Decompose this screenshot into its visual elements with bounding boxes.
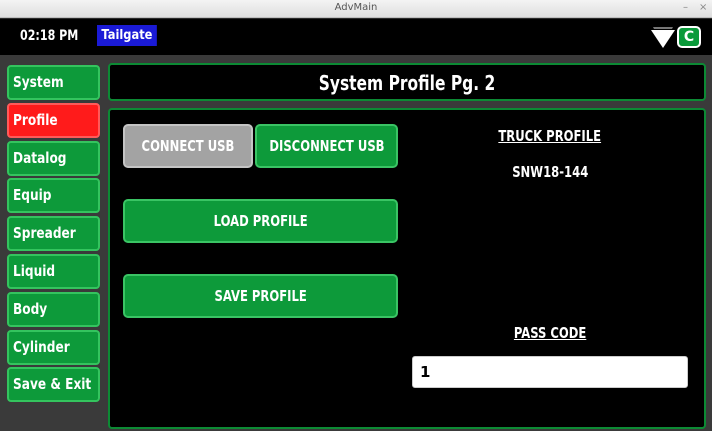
truck-profile-value: SNW18-144 (450, 163, 650, 181)
truck-profile-value-text: SNW18-144 (511, 163, 589, 181)
sidebar-item-datalog[interactable]: Datalog (7, 140, 100, 176)
pass-code-label-text: PASS CODE (513, 324, 587, 342)
load-profile-button[interactable]: LOAD PROFILE (123, 199, 398, 243)
sidebar-item-equip[interactable]: Equip (7, 178, 100, 214)
sidebar-item-label: Spreader (13, 224, 76, 243)
minimize-button[interactable]: – (683, 2, 688, 13)
sidebar-item-label: Equip (13, 186, 52, 205)
load-profile-label: LOAD PROFILE (213, 212, 308, 230)
profile-panel: CONNECT USB DISCONNECT USB LOAD PROFILE … (108, 108, 706, 429)
sidebar-item-spreader[interactable]: Spreader (7, 216, 100, 252)
sidebar-item-system[interactable]: System (7, 65, 100, 100)
connection-badge: C (677, 26, 701, 48)
disconnect-usb-button[interactable]: DISCONNECT USB (255, 124, 398, 168)
status-bar: 02:18 PM Tailgate C (0, 19, 712, 55)
pass-code-label: PASS CODE (450, 324, 650, 342)
sidebar-item-liquid[interactable]: Liquid (7, 253, 100, 289)
sidebar-item-cylinder[interactable]: Cylinder (7, 329, 100, 365)
page-title: System Profile Pg. 2 (318, 71, 496, 95)
truck-profile-label-text: TRUCK PROFILE (498, 127, 602, 145)
clock: 02:18 PM (20, 28, 79, 44)
sidebar-item-profile[interactable]: Profile (7, 102, 100, 138)
sidebar-item-body[interactable]: Body (7, 291, 100, 327)
app-root: 02:18 PM Tailgate C System Profile Datal… (0, 19, 712, 431)
save-profile-label: SAVE PROFILE (214, 287, 307, 305)
sidebar-item-label: Profile (13, 110, 58, 129)
window-titlebar: AdvMain – × (0, 0, 712, 18)
signal-strength-icon (651, 27, 675, 48)
content-area: System Profile Datalog Equip Spreader Li… (0, 55, 712, 431)
sidebar-item-label: Liquid (13, 261, 56, 280)
sidebar-item-label: Datalog (13, 148, 67, 167)
sidebar-item-label: Cylinder (13, 337, 70, 356)
mode-badge: Tailgate (97, 25, 157, 46)
truck-profile-label: TRUCK PROFILE (450, 127, 650, 145)
sidebar-item-label: Save & Exit (13, 375, 92, 394)
connect-usb-button[interactable]: CONNECT USB (123, 124, 253, 168)
window-title: AdvMain (334, 2, 378, 13)
disconnect-usb-label: DISCONNECT USB (268, 137, 385, 155)
page-header: System Profile Pg. 2 (108, 63, 706, 101)
close-button[interactable]: × (699, 2, 707, 13)
sidebar-item-save-exit[interactable]: Save & Exit (7, 367, 100, 403)
connect-usb-label: CONNECT USB (141, 137, 235, 155)
pass-code-input[interactable]: 1 (412, 356, 688, 388)
sidebar-item-label: Body (13, 299, 48, 318)
sidebar-item-label: System (13, 73, 64, 91)
save-profile-button[interactable]: SAVE PROFILE (123, 274, 398, 318)
sidebar-nav: System Profile Datalog Equip Spreader Li… (7, 65, 100, 405)
